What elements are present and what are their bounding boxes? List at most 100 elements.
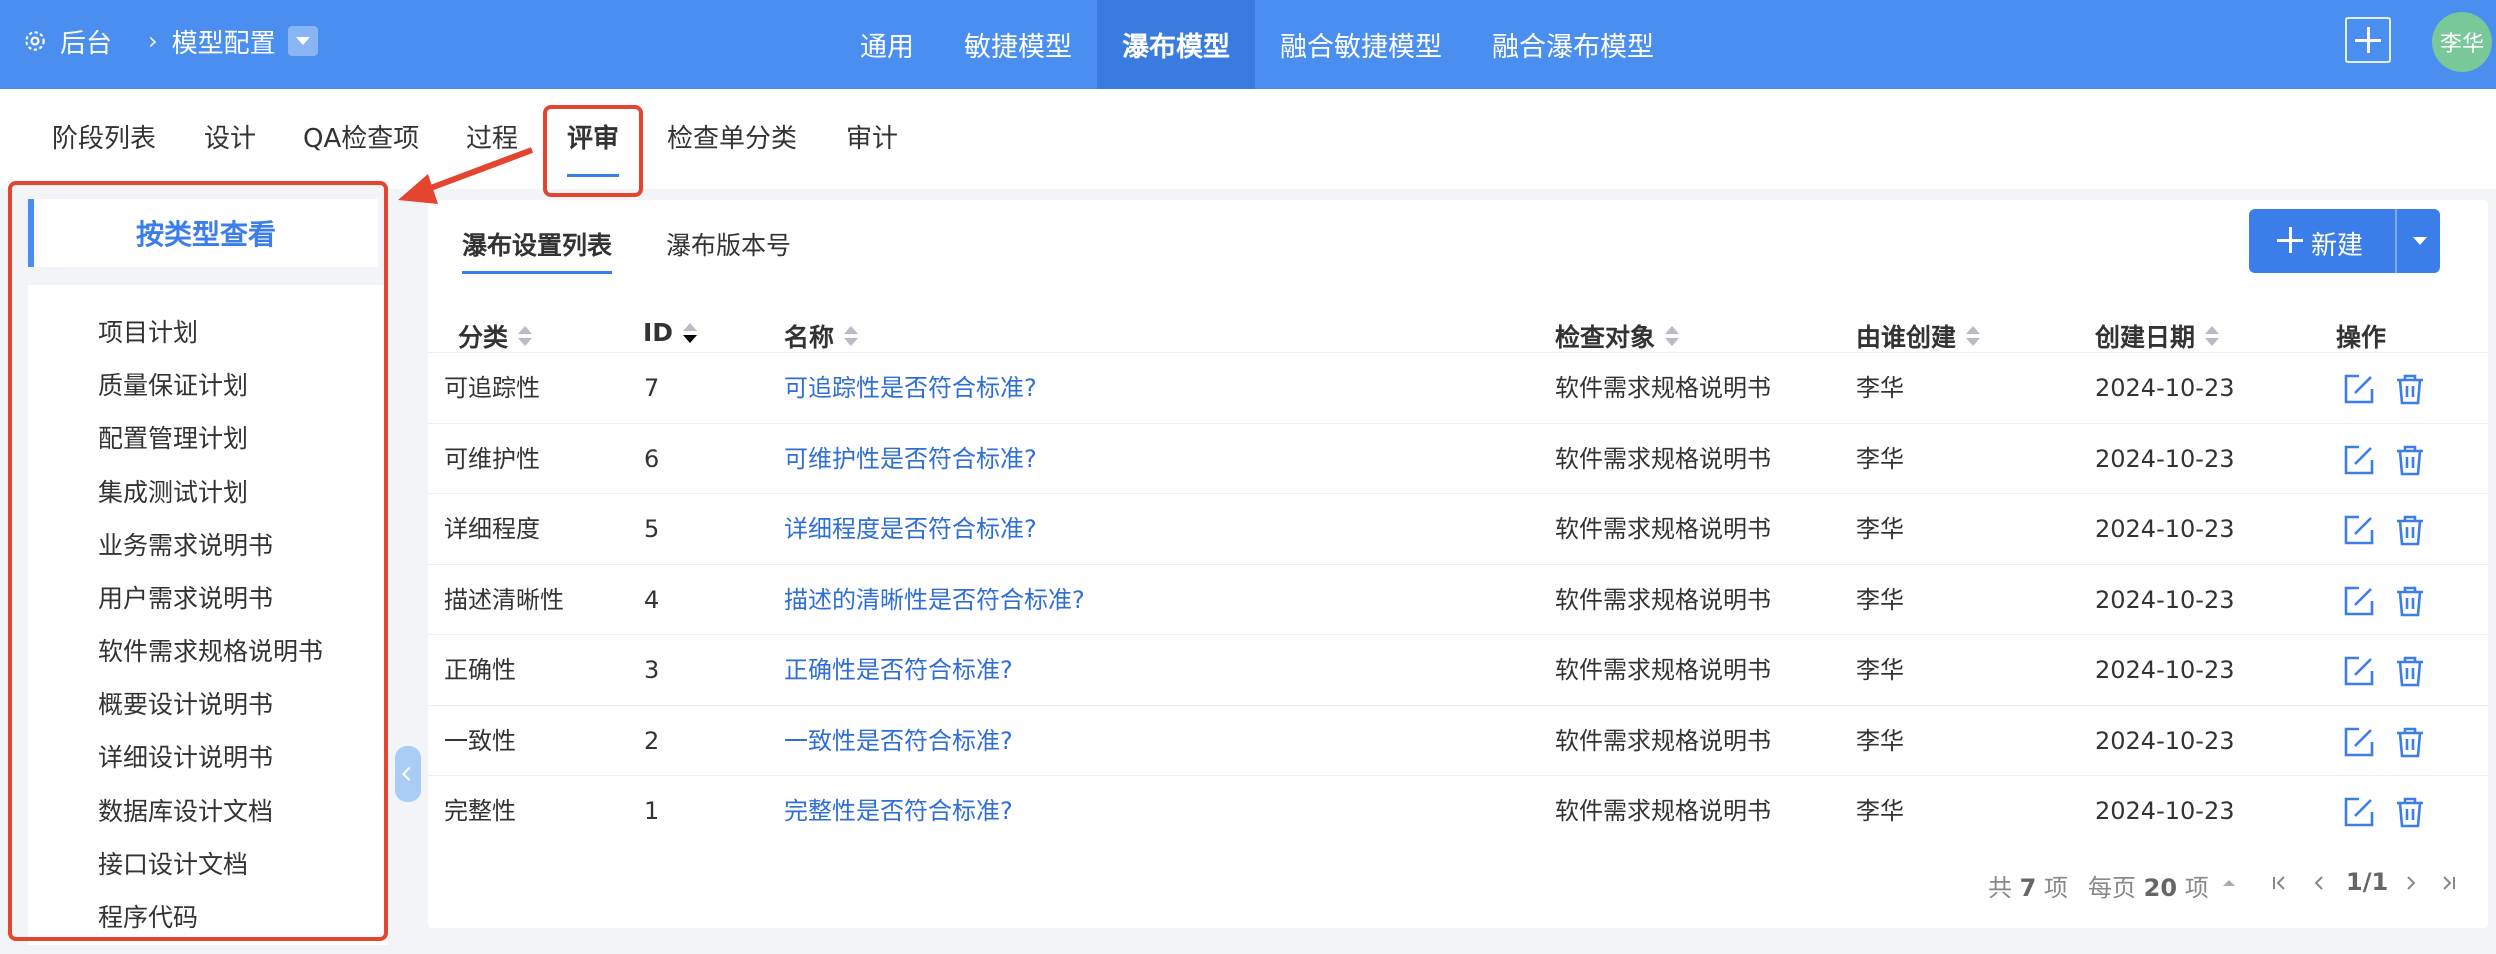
tab-label: 阶段列表	[52, 124, 157, 154]
cell-name[interactable]: 可追踪性是否符合标准?	[784, 353, 1037, 423]
trash-icon[interactable]	[2392, 512, 2428, 548]
trash-icon[interactable]	[2392, 794, 2428, 830]
table-row: 详细程度 5 详细程度是否符合标准? 软件需求规格说明书 李华 2024-10-23	[428, 493, 2488, 564]
sort-icon[interactable]	[2205, 325, 2220, 347]
first-page-icon[interactable]	[2268, 872, 2290, 894]
cell-target: 软件需求规格说明书	[1555, 515, 1771, 543]
avatar[interactable]: 李华	[2432, 12, 2492, 72]
cell-target: 软件需求规格说明书	[1555, 726, 1771, 755]
chevron-up-icon[interactable]	[2218, 872, 2240, 894]
column-header-target[interactable]: 检查对象	[1555, 318, 1680, 354]
cell-name[interactable]: 描述的清晰性是否符合标准?	[784, 565, 1085, 635]
cell-creator: 李华	[1856, 656, 1904, 684]
cell-category: 可追踪性	[444, 374, 540, 402]
tab-design[interactable]: 设计	[204, 89, 256, 189]
tab-waterfall-version[interactable]: 瀑布版本号	[666, 226, 791, 262]
column-header-creator[interactable]: 由谁创建	[1856, 318, 1981, 354]
sort-icon[interactable]	[844, 325, 859, 347]
prev-page-icon[interactable]	[2308, 872, 2330, 894]
cell-category: 详细程度	[444, 515, 540, 543]
new-button-label: 新建	[2311, 231, 2364, 261]
cell-name[interactable]: 一致性是否符合标准?	[784, 706, 1013, 776]
column-label: 分类	[458, 323, 509, 352]
breadcrumb-current[interactable]: 模型配置	[172, 23, 276, 60]
gear-icon[interactable]	[22, 28, 48, 54]
chevron-down-icon[interactable]	[2413, 237, 2427, 245]
tab-checklist-category[interactable]: 检查单分类	[667, 89, 797, 189]
cell-id: 7	[644, 374, 660, 402]
cell-name[interactable]: 正确性是否符合标准?	[784, 635, 1013, 705]
highlight-box-sidebar	[8, 181, 388, 941]
edit-icon[interactable]	[2341, 724, 2377, 760]
cell-id: 5	[644, 515, 660, 543]
sort-icon[interactable]	[518, 325, 533, 347]
table-row: 一致性 2 一致性是否符合标准? 软件需求规格说明书 李华 2024-10-23	[428, 704, 2488, 776]
breadcrumb-home[interactable]: 后台	[60, 23, 112, 60]
trash-icon[interactable]	[2392, 371, 2428, 407]
cell-creator: 李华	[1856, 515, 1904, 543]
column-header-name[interactable]: 名称	[784, 318, 859, 354]
cell-name[interactable]: 可维护性是否符合标准?	[784, 424, 1037, 494]
cell-category: 正确性	[444, 656, 516, 684]
cell-date: 2024-10-23	[2095, 656, 2235, 684]
cell-creator: 李华	[1856, 726, 1904, 755]
cell-name[interactable]: 详细程度是否符合标准?	[784, 494, 1037, 564]
cell-id: 6	[644, 444, 660, 473]
next-page-icon[interactable]	[2400, 872, 2422, 894]
edit-icon[interactable]	[2341, 653, 2377, 689]
add-button[interactable]	[2345, 17, 2391, 63]
column-label: 由谁创建	[1856, 323, 1957, 352]
chevron-down-icon[interactable]	[287, 26, 318, 56]
column-label: ID	[643, 318, 674, 347]
cell-date: 2024-10-23	[2095, 797, 2235, 825]
table-row: 描述清晰性 4 描述的清晰性是否符合标准? 软件需求规格说明书 李华 2024-10-23	[428, 563, 2488, 635]
sort-icon[interactable]	[1966, 325, 1981, 347]
cell-target: 软件需求规格说明书	[1555, 797, 1771, 825]
nav-waterfall-model[interactable]: 瀑布模型	[1097, 0, 1255, 89]
pager-page-size[interactable]: 每页 20 项	[2088, 868, 2209, 903]
nav-hybrid-waterfall-model[interactable]: 融合瀑布模型	[1467, 0, 1679, 89]
tab-label: 审计	[846, 124, 899, 154]
last-page-icon[interactable]	[2438, 872, 2460, 894]
trash-icon[interactable]	[2392, 653, 2428, 689]
table-row: 正确性 3 正确性是否符合标准? 软件需求规格说明书 李华 2024-10-23	[428, 634, 2488, 705]
sort-icon[interactable]	[1665, 325, 1680, 347]
plus-icon	[2277, 227, 2303, 253]
sub-tabs: 阶段列表 设计 QA检查项 过程 评审 检查单分类 审计	[0, 89, 2496, 189]
nav-agile-model[interactable]: 敏捷模型	[939, 0, 1097, 89]
table-row: 完整性 1 完整性是否符合标准? 软件需求规格说明书 李华 2024-10-23	[428, 775, 2488, 846]
cell-id: 1	[644, 797, 660, 825]
edit-icon[interactable]	[2341, 371, 2377, 407]
column-label: 创建日期	[2095, 323, 2196, 352]
trash-icon[interactable]	[2392, 724, 2428, 760]
cell-name[interactable]: 完整性是否符合标准?	[784, 776, 1013, 846]
cell-creator: 李华	[1856, 444, 1904, 473]
trash-icon[interactable]	[2392, 583, 2428, 619]
tab-waterfall-settings-list[interactable]: 瀑布设置列表	[462, 226, 613, 274]
tab-stage-list[interactable]: 阶段列表	[52, 89, 156, 189]
cell-target: 软件需求规格说明书	[1555, 656, 1771, 684]
edit-icon[interactable]	[2341, 583, 2377, 619]
new-button[interactable]: 新建	[2249, 209, 2440, 273]
cell-date: 2024-10-23	[2095, 726, 2235, 755]
column-header-category[interactable]: 分类	[458, 318, 533, 354]
cell-date: 2024-10-23	[2095, 585, 2235, 614]
column-header-id[interactable]: ID	[643, 318, 698, 347]
cell-date: 2024-10-23	[2095, 444, 2235, 473]
pager-page: 1/1	[2346, 868, 2389, 896]
nav-general[interactable]: 通用	[835, 0, 939, 89]
table-row: 可追踪性 7 可追踪性是否符合标准? 软件需求规格说明书 李华 2024-10-23	[428, 352, 2488, 423]
collapse-sidebar-handle[interactable]	[395, 746, 421, 802]
trash-icon[interactable]	[2392, 442, 2428, 478]
main-panel: 瀑布设置列表 瀑布版本号 新建 分类 ID 名称 检查对象 由谁创建 创建日期 …	[428, 200, 2488, 928]
edit-icon[interactable]	[2341, 512, 2377, 548]
tab-audit[interactable]: 审计	[846, 89, 898, 189]
cell-category: 可维护性	[444, 444, 540, 473]
top-bar: 后台 › 模型配置 通用 敏捷模型 瀑布模型 融合敏捷模型 融合瀑布模型 李华	[0, 0, 2496, 89]
nav-hybrid-agile-model[interactable]: 融合敏捷模型	[1255, 0, 1467, 89]
edit-icon[interactable]	[2341, 442, 2377, 478]
edit-icon[interactable]	[2341, 794, 2377, 830]
sort-desc-icon[interactable]	[683, 322, 698, 344]
cell-date: 2024-10-23	[2095, 374, 2235, 402]
column-header-date[interactable]: 创建日期	[2095, 318, 2220, 354]
